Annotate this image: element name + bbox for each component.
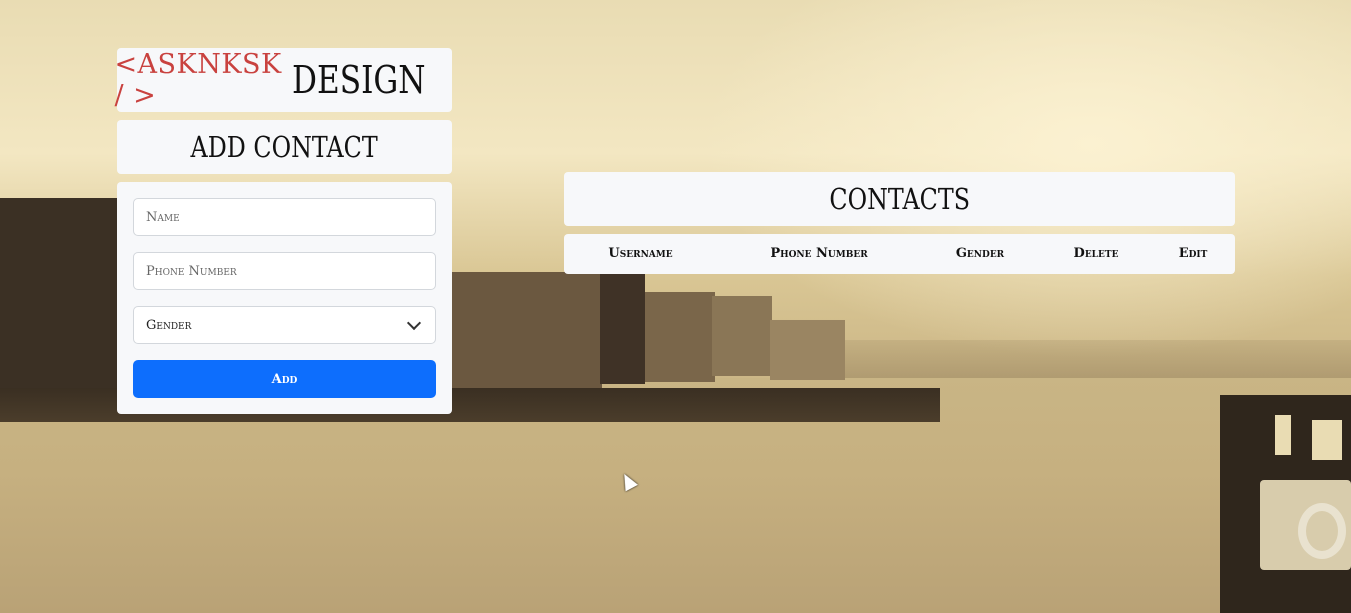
column-username: Username (608, 246, 673, 261)
contacts-title: CONTACTS (829, 182, 970, 216)
add-button[interactable]: Add (133, 360, 436, 398)
logo: <ASKNKSK / > DESIGN (114, 48, 452, 112)
distant-skyline (840, 340, 1351, 380)
name-input[interactable] (133, 198, 436, 236)
building (600, 274, 645, 384)
logo-brand: <ASKNKSK / > (114, 49, 282, 111)
gender-select-value: Gender (146, 317, 192, 333)
building (712, 296, 772, 376)
gender-select[interactable]: Gender (133, 306, 436, 344)
add-contact-header: ADD CONTACT (117, 120, 452, 174)
boat-window (1275, 415, 1291, 455)
boat-window (1312, 420, 1342, 460)
column-phone-number: Phone Number (770, 246, 868, 261)
building (770, 320, 845, 380)
add-contact-form: Gender Add (117, 182, 452, 414)
contacts-header: CONTACTS (564, 172, 1235, 226)
chevron-down-icon (406, 315, 422, 330)
logo-design: DESIGN (291, 58, 426, 102)
contacts-table-header: Username Phone Number Gender Delete Edit (564, 234, 1235, 274)
building (0, 198, 120, 418)
life-ring (1298, 503, 1346, 559)
add-contact-title: ADD CONTACT (190, 130, 379, 164)
column-edit: Edit (1178, 246, 1208, 261)
column-gender: Gender (955, 246, 1005, 261)
phone-number-input[interactable] (133, 252, 436, 290)
column-delete: Delete (1073, 246, 1119, 261)
building (645, 292, 715, 382)
building (452, 272, 602, 392)
boat (1220, 395, 1351, 613)
